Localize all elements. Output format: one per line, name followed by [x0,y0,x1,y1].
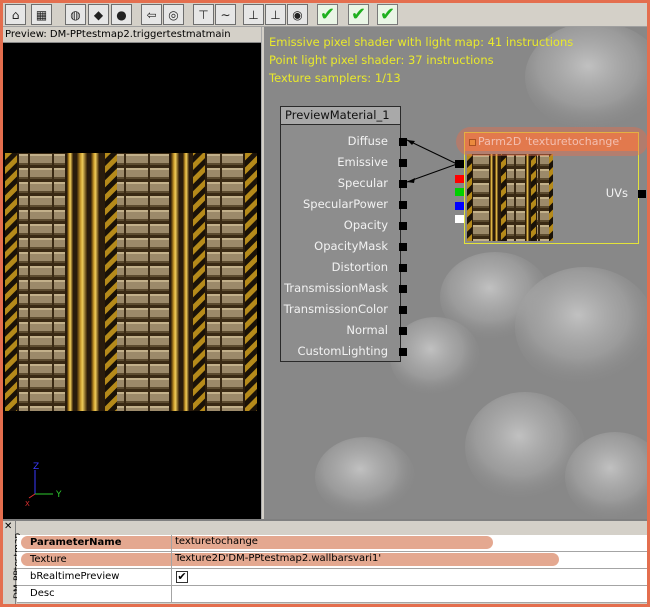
property-row-texture[interactable]: Texture Texture2D'DM-PPtestmap2.wallbars… [17,552,647,569]
preview-texture [5,153,257,411]
property-name: bRealtimePreview [30,571,120,582]
port-specular[interactable] [399,180,407,188]
port-diffuse[interactable] [399,138,407,146]
property-value[interactable]: Texture2D'DM-PPtestmap2.wallbarsvari1' [175,553,381,564]
grid-icon[interactable]: ▦ [31,4,52,25]
port-emissive[interactable] [399,159,407,167]
preview-viewport[interactable]: Z Y X [3,43,261,519]
port-rgb[interactable] [455,160,464,168]
globe-icon[interactable]: ◎ [163,4,184,25]
material-node[interactable]: PreviewMaterial_1 Diffuse Emissive Specu… [280,106,407,362]
sphere-icon[interactable]: ● [111,4,132,25]
property-value[interactable]: texturetochange [175,536,258,547]
apply-icon-3[interactable]: ✔ [377,4,398,25]
realtime-preview-checkbox[interactable]: ✔ [176,571,188,583]
axis-x-label: X [25,500,30,508]
input-customlighting: CustomLighting [297,344,388,358]
input-emissive: Emissive [337,155,388,169]
input-distortion: Distortion [331,260,388,274]
input-normal: Normal [346,323,388,337]
properties-panel: ✕ DM-PPtestmap ParameterName texturetoch… [3,519,647,604]
port-uvs[interactable] [638,190,646,198]
output-uvs-label: UVs [605,186,628,200]
close-icon[interactable]: ✕ [4,521,12,532]
input-transmissioncolor: TransmissionColor [283,302,388,316]
axis-z-label: Z [33,462,39,472]
texture-param-node-title: Parm2D 'texturetochange' [465,133,638,151]
apply-icon[interactable]: ✔ [317,4,338,25]
connector-icon[interactable]: ⊥ [243,4,264,25]
property-name: Texture [30,554,67,565]
property-row-parametername[interactable]: ParameterName texturetochange [17,535,647,552]
expose-icon[interactable]: ⊤ [193,4,214,25]
cylinder-icon[interactable]: ◍ [65,4,86,25]
wire-diffuse [406,139,458,165]
port-transmissioncolor[interactable] [399,306,407,314]
input-specular: Specular [337,176,388,190]
param-flag-icon [469,138,476,146]
stat-pointlight: Point light pixel shader: 37 instruction… [269,53,494,67]
texture-param-node[interactable]: Parm2D 'texturetochange' UVs [455,132,646,244]
property-row-desc[interactable]: Desc [17,586,647,603]
port-opacity[interactable] [399,222,407,230]
connector-icon-2[interactable]: ⊥ [265,4,286,25]
stat-samplers: Texture samplers: 1/13 [269,71,401,85]
cube-icon[interactable]: ◆ [88,4,109,25]
axis-gizmo: Z Y X [25,462,62,508]
port-customlighting[interactable] [399,348,407,356]
input-diffuse: Diffuse [347,134,388,148]
param-node-title-text: Parm2D 'texturetochange' [478,135,623,148]
port-opacitymask[interactable] [399,243,407,251]
property-row-brealtimepreview[interactable]: bRealtimePreview ✔ [17,569,647,586]
input-opacitymask: OpacityMask [314,239,388,253]
port-blue[interactable] [455,202,464,210]
texture-thumbnail [467,154,553,241]
node-canvas[interactable]: Emissive pixel shader with light map: 41… [265,27,647,519]
property-name: ParameterName [30,537,122,548]
material-node-title: PreviewMaterial_1 [281,107,400,125]
apply-icon-2[interactable]: ✔ [348,4,369,25]
port-distortion[interactable] [399,264,407,272]
axis-y-label: Y [55,490,62,500]
port-normal[interactable] [399,327,407,335]
port-red[interactable] [455,175,464,183]
curve-icon[interactable]: ∼ [215,4,236,25]
home-icon[interactable]: ⌂ [5,4,26,25]
port-green[interactable] [455,188,464,196]
property-name: Desc [30,588,55,599]
input-opacity: Opacity [343,218,388,232]
stat-emissive: Emissive pixel shader with light map: 41… [269,35,574,49]
eye-icon[interactable]: ◉ [287,4,308,25]
port-alpha[interactable] [455,215,464,223]
port-specularpower[interactable] [399,201,407,209]
material-editor-window: ⌂ ▦ ◍ ◆ ● ⇦ ◎ ⊤ ∼ ⊥ ⊥ ◉ ✔ ✔ ✔ Preview: D… [3,3,647,604]
input-specularpower: SpecularPower [302,197,388,211]
properties-tab[interactable]: ✕ DM-PPtestmap [3,521,23,604]
port-transmissionmask[interactable] [399,285,407,293]
input-transmissionmask: TransmissionMask [284,281,388,295]
back-arrow-icon[interactable]: ⇦ [141,4,162,25]
toolbar: ⌂ ▦ ◍ ◆ ● ⇦ ◎ ⊤ ∼ ⊥ ⊥ ◉ ✔ ✔ ✔ [3,3,647,27]
preview-title: Preview: DM-PPtestmap2.triggertestmatmai… [3,27,261,43]
